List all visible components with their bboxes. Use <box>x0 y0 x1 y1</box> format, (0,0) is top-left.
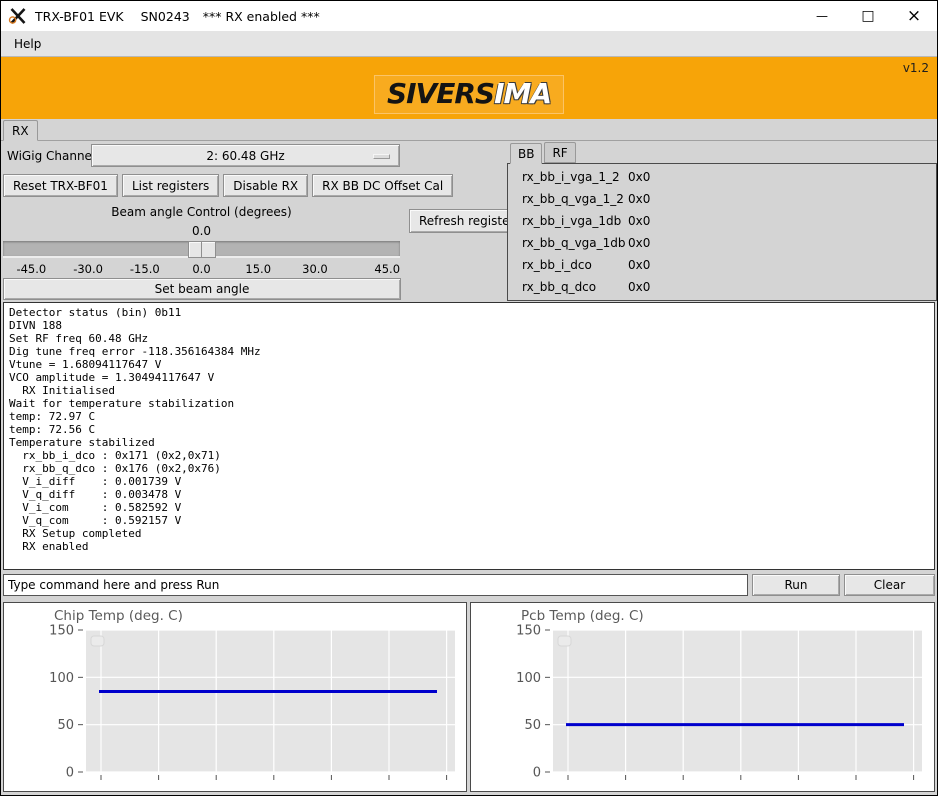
version-label: v1.2 <box>903 61 929 75</box>
register-row: rx_bb_i_vga_1db 0x0 <box>508 210 936 232</box>
svg-text:100: 100 <box>516 671 541 686</box>
pcb-temp-chart-title: Pcb Temp (deg. C) <box>521 608 644 624</box>
register-panel: BB RF rx_bb_i_vga_1_2 0x0 rx_bb_q_vga_1_… <box>507 141 937 301</box>
reset-trx-bf01-button[interactable]: Reset TRX-BF01 <box>3 174 118 197</box>
register-name: rx_bb_i_vga_1db <box>522 214 628 228</box>
scale-tick-label: 15.0 <box>230 262 287 276</box>
app-icon <box>8 7 28 25</box>
app-window: TRX-BF01 EVK SN0243 *** RX enabled *** —… <box>0 0 938 796</box>
maximize-button[interactable]: □ <box>845 1 891 31</box>
console-text: Detector status (bin) 0b11 DIVN 188 Set … <box>9 306 929 553</box>
title-bar: TRX-BF01 EVK SN0243 *** RX enabled *** —… <box>1 1 937 31</box>
clear-button[interactable]: Clear <box>844 574 935 596</box>
console-log[interactable]: Detector status (bin) 0b11 DIVN 188 Set … <box>3 302 935 570</box>
svg-text:0: 0 <box>66 766 74 781</box>
register-row: rx_bb_q_vga_1db 0x0 <box>508 232 936 254</box>
brand-banner: v1.2 SIVERSIMA <box>1 57 937 119</box>
control-button-row: Reset TRX-BF01 List registers Disable RX… <box>3 174 453 197</box>
register-row: rx_bb_q_dco 0x0 <box>508 276 936 298</box>
menu-bar: Help <box>1 31 937 57</box>
svg-text:150: 150 <box>516 624 541 639</box>
register-name: rx_bb_i_vga_1_2 <box>522 170 628 184</box>
list-registers-button[interactable]: List registers <box>122 174 219 197</box>
register-value: 0x0 <box>628 170 650 184</box>
menu-help[interactable]: Help <box>10 35 45 53</box>
svg-text:0: 0 <box>533 766 541 781</box>
pcb-temp-chart: 0 50 100 150 Pcb Temp (deg. C) <box>470 602 935 792</box>
beam-angle-value: 0.0 <box>1 224 402 238</box>
wigig-channel-label: WiGig Channel: <box>7 149 99 163</box>
window-title-app: TRX-BF01 EVK <box>35 9 124 24</box>
beam-angle-title: Beam angle Control (degrees) <box>1 205 402 219</box>
chip-temp-chart: 0 50 100 150 Chip Temp (deg. C) <box>3 602 467 792</box>
register-value: 0x0 <box>628 258 650 272</box>
minimize-button[interactable]: — <box>799 1 845 31</box>
close-icon: × <box>907 6 921 26</box>
register-name: rx_bb_q_vga_1_2 <box>522 192 628 206</box>
svg-text:100: 100 <box>49 671 74 686</box>
register-row: rx_bb_i_dco 0x0 <box>508 254 936 276</box>
scale-tick-label: 0.0 <box>173 262 230 276</box>
close-button[interactable]: × <box>891 1 937 31</box>
logo-text-sivers: SIVERS <box>387 77 494 110</box>
beam-angle-scale: -45.0-30.0-15.00.015.030.045.0 <box>3 262 400 276</box>
scale-tick-label: -45.0 <box>3 262 60 276</box>
register-name: rx_bb_q_vga_1db <box>522 236 628 250</box>
chip-temp-plot: 0 50 100 150 <box>4 603 466 791</box>
command-input[interactable] <box>3 574 748 596</box>
register-value: 0x0 <box>628 192 650 206</box>
run-button[interactable]: Run <box>752 574 840 596</box>
tab-rf[interactable]: RF <box>544 142 575 163</box>
wigig-channel-value: 2: 60.48 GHz <box>206 149 284 163</box>
main-tab-bar: RX <box>1 119 937 141</box>
dropdown-indicator-icon <box>373 154 390 159</box>
disable-rx-button[interactable]: Disable RX <box>223 174 308 197</box>
register-value: 0x0 <box>628 236 650 250</box>
scale-tick-label: 30.0 <box>287 262 344 276</box>
scale-tick-label: 45.0 <box>343 262 400 276</box>
siversima-logo: SIVERSIMA <box>374 75 564 114</box>
command-row: Run Clear <box>1 570 937 600</box>
logo-text-ima: IMA <box>494 77 551 110</box>
svg-text:150: 150 <box>49 624 74 639</box>
svg-text:50: 50 <box>57 718 74 733</box>
register-row: rx_bb_q_vga_1_2 0x0 <box>508 188 936 210</box>
wigig-channel-dropdown[interactable]: 2: 60.48 GHz <box>91 144 400 167</box>
register-list: rx_bb_i_vga_1_2 0x0 rx_bb_q_vga_1_2 0x0 … <box>507 163 937 301</box>
pcb-temp-plot: 0 50 100 150 <box>471 603 933 791</box>
register-name: rx_bb_i_dco <box>522 258 628 272</box>
tab-bb[interactable]: BB <box>510 143 542 164</box>
charts-area: 0 50 100 150 Chip Temp (deg. C) 0 50 100 150 P… <box>1 602 937 792</box>
rx-bb-dc-offset-cal-button[interactable]: RX BB DC Offset Cal <box>312 174 453 197</box>
chip-temp-chart-title: Chip Temp (deg. C) <box>54 608 183 624</box>
register-name: rx_bb_q_dco <box>522 280 628 294</box>
scale-tick-label: -30.0 <box>60 262 117 276</box>
scale-tick-label: -15.0 <box>116 262 173 276</box>
window-title-serial: SN0243 <box>141 9 190 24</box>
set-beam-angle-button[interactable]: Set beam angle <box>3 278 401 300</box>
window-title-status: *** RX enabled *** <box>203 9 320 24</box>
maximize-icon: □ <box>861 8 874 24</box>
tab-rx[interactable]: RX <box>3 120 38 141</box>
svg-text:50: 50 <box>524 718 541 733</box>
rx-control-panel: WiGig Channel: 2: 60.48 GHz Reset TRX-BF… <box>1 141 937 302</box>
register-row: rx_bb_i_vga_1_2 0x0 <box>508 166 936 188</box>
register-value: 0x0 <box>628 280 650 294</box>
minimize-icon: — <box>816 11 828 21</box>
register-tab-bar: BB RF <box>507 141 937 163</box>
register-value: 0x0 <box>628 214 650 228</box>
beam-angle-slider-handle[interactable] <box>188 241 216 258</box>
beam-angle-slider[interactable] <box>3 241 400 258</box>
